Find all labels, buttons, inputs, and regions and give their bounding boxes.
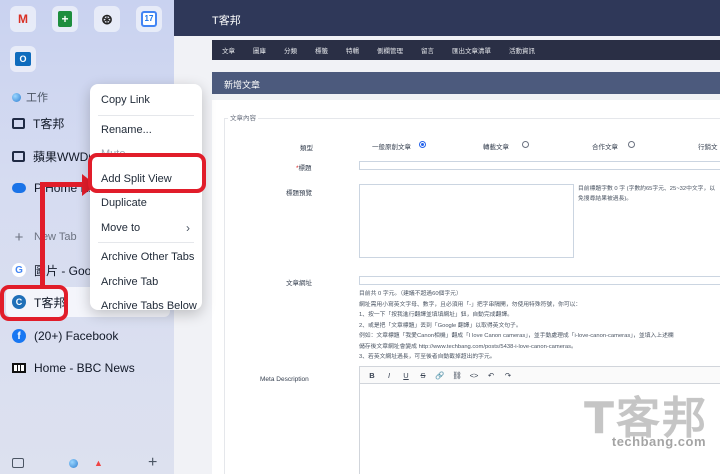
facebook-icon: f <box>12 329 26 343</box>
menu-archive-other-tabs[interactable]: Archive Other Tabs <box>90 245 202 270</box>
nav-item-categories[interactable]: 分類 <box>284 45 297 55</box>
type-option-repost-radio[interactable] <box>522 141 529 148</box>
link-icon[interactable]: 🔗 <box>434 371 446 380</box>
type-option-repost-label: 轉載文章 <box>483 144 509 151</box>
type-label: 類型 <box>300 145 313 152</box>
folder-icon <box>12 117 25 129</box>
strikethrough-icon[interactable]: S <box>417 371 429 380</box>
code-icon[interactable]: <> <box>468 371 480 380</box>
italic-icon[interactable]: I <box>383 371 395 380</box>
title-preview-label: 標題預覽 <box>286 190 312 197</box>
type-option-partner-label: 合作文章 <box>592 144 618 151</box>
nav-item-articles[interactable]: 文章 <box>222 45 235 55</box>
sidebar-bottom-bar: ▲ + <box>0 452 174 474</box>
redo-icon[interactable]: ↷ <box>502 371 514 380</box>
gmail-favorite[interactable]: M <box>10 6 36 32</box>
type-option-partner-radio[interactable] <box>628 141 635 148</box>
type-option-original-label: 一般原創文章 <box>372 144 411 151</box>
highlight-connector-vertical <box>40 184 45 286</box>
title-input[interactable] <box>359 161 720 170</box>
calendar-favorite[interactable]: 17 <box>136 6 162 32</box>
url-input[interactable] <box>359 276 720 285</box>
nav-item-comments[interactable]: 留言 <box>421 45 434 55</box>
nav-item-gallery[interactable]: 圖庫 <box>253 45 266 55</box>
archive-icon[interactable] <box>12 458 24 468</box>
space-switcher-alt-icon[interactable]: ▲ <box>94 458 103 468</box>
fieldset-legend: 文章內容 <box>228 112 258 122</box>
folder-label: T客邦 <box>33 116 65 131</box>
help-line: 1、按一下「按我進行翻譯並填填網址」鈕，自動完成翻譯。 <box>359 312 513 318</box>
menu-divider <box>98 114 194 116</box>
chatgpt-favorite[interactable]: ⊛ <box>94 6 120 32</box>
calendar-icon: 17 <box>141 11 157 27</box>
undo-icon[interactable]: ↶ <box>485 371 497 380</box>
type-option-marketing-label: 行銷文 <box>698 144 718 151</box>
menu-archive-tabs-below[interactable]: Archive Tabs Below <box>90 294 202 319</box>
site-header: T客邦 <box>174 0 720 36</box>
nav-item-events[interactable]: 活動資訊 <box>509 45 535 55</box>
unlink-icon[interactable]: ⛓ <box>451 371 463 380</box>
tab-facebook[interactable]: f (20+) Facebook <box>6 321 170 351</box>
bold-icon[interactable]: B <box>366 371 378 380</box>
panel-title: 新增文章 <box>224 80 261 90</box>
space-label: 工作 <box>12 89 48 105</box>
title-length-note-2: 免搜尋結果被過長)。 <box>578 196 633 202</box>
space-name: 工作 <box>26 92 48 104</box>
help-line: 2、或是把「文章標題」丟到「Google 翻譯」以取得英文句子。 <box>359 322 522 329</box>
space-icon <box>12 92 21 102</box>
highlight-connector-horizontal <box>40 182 84 187</box>
menu-rename[interactable]: Rename... <box>90 118 202 143</box>
watermark: T客邦 techbang.com <box>538 382 718 472</box>
gmail-icon: M <box>18 12 28 26</box>
menu-divider <box>98 242 194 243</box>
help-line: 目前共 0 字元。（建議不超過60個字元） <box>359 291 462 297</box>
nav-item-tags[interactable]: 標籤 <box>315 45 328 55</box>
tab-label: (20+) Facebook <box>34 329 119 343</box>
plus-icon: + <box>14 228 24 246</box>
cloud-icon <box>12 183 26 193</box>
sheets-icon: + <box>58 11 72 27</box>
menu-move-to[interactable]: Move to › <box>90 216 202 241</box>
menu-copy-link[interactable]: Copy Link <box>90 88 202 113</box>
meta-description-label: Meta Description <box>260 376 309 383</box>
nav-item-export[interactable]: 匯出文章清單 <box>452 45 491 55</box>
outlook-favorite[interactable]: O <box>10 46 36 72</box>
space-switcher-icon[interactable] <box>69 458 78 468</box>
help-line: 網址需用小寫英文字母、數字，且必須用「-」把字串隔開，勿使用特殊符號，你可以： <box>359 301 582 308</box>
nav-item-sidebar-admin[interactable]: 側欄管理 <box>377 45 403 55</box>
add-space-icon[interactable]: + <box>148 454 157 472</box>
url-help: 目前共 0 字元。（建議不超過60個字元） 網址需用小寫英文字母、數字，且必須用… <box>359 289 674 363</box>
highlight-tab-box <box>0 285 68 321</box>
admin-nav: 文章 圖庫 分類 標籤 特輯 側欄管理 留言 匯出文章清單 活動資訊 <box>212 40 720 60</box>
title-label: *標題 <box>296 165 312 172</box>
watermark-domain: techbang.com <box>611 434 706 449</box>
site-title[interactable]: T客邦 <box>212 12 241 28</box>
menu-archive-tab[interactable]: Archive Tab <box>90 270 202 295</box>
title-length-note: 目前標題字數 0 字 (字數約65字元、25~32中文字，以 <box>578 186 716 192</box>
underline-icon[interactable]: U <box>400 371 412 380</box>
nav-item-features[interactable]: 特輯 <box>346 45 359 55</box>
highlight-split-view-box <box>88 153 206 193</box>
chatgpt-icon: ⊛ <box>101 10 113 27</box>
sheets-favorite[interactable]: + <box>52 6 78 32</box>
help-line: 例如：文章標題「我愛Canon相機」翻成「I love Canon camera… <box>359 333 674 339</box>
menu-duplicate[interactable]: Duplicate <box>90 191 202 216</box>
outlook-icon: O <box>15 52 31 66</box>
chevron-right-icon: › <box>186 220 190 235</box>
url-label: 文章網址 <box>286 280 312 287</box>
tab-bbc-news[interactable]: Home - BBC News <box>6 353 170 383</box>
help-line: 儲存後文章網址會變成 http://www.techbang.com/posts… <box>359 343 577 350</box>
tab-label: Home - BBC News <box>34 361 135 375</box>
google-icon: G <box>12 263 26 277</box>
help-line: 3、若英文網址過長，可至後者自動截掉超出的字元。 <box>359 354 496 360</box>
panel-header: 新增文章 <box>212 72 720 94</box>
type-option-original-radio[interactable] <box>419 141 426 148</box>
menu-move-to-label: Move to <box>101 221 141 234</box>
bbc-icon <box>12 363 26 373</box>
folder-icon <box>12 150 25 162</box>
title-preview-box <box>359 184 574 258</box>
tab-context-menu: Copy Link Rename... Mute Add Split View … <box>90 84 202 312</box>
